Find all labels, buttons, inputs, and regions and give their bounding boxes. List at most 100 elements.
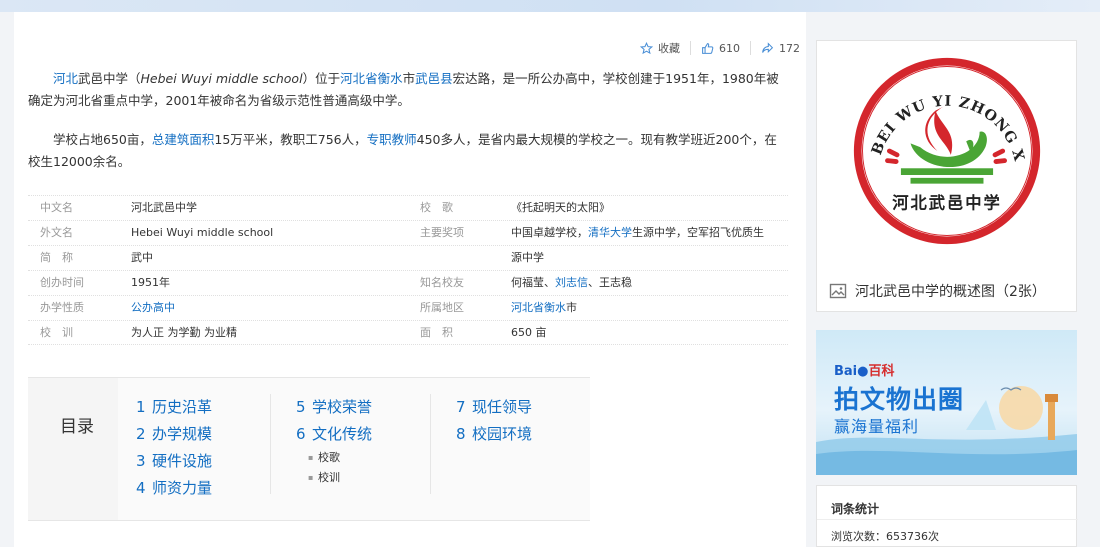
info-value: 650 亩 (511, 326, 547, 339)
toc-item[interactable]: 1 历史沿革 (136, 394, 212, 421)
share-button[interactable]: 172 (761, 42, 800, 55)
toc-item[interactable]: 8 校园环境 (456, 421, 532, 448)
link-liu-zhixin[interactable]: 刘志信 (555, 276, 588, 289)
banner-headline: 拍文物出圈 (834, 385, 965, 414)
info-text: 何福莹、 (511, 276, 555, 289)
toc-divider (270, 394, 271, 494)
toc-number: 4 (136, 479, 146, 497)
toc-title: 目录 (60, 417, 94, 437)
info-value: 武中 (131, 251, 153, 264)
intro-text: 15万平米，教职工756人， (214, 132, 367, 147)
logo-bottom-text: 河北武邑中学 (892, 194, 1001, 213)
info-text: 、王志稳 (588, 276, 632, 289)
favorite-button[interactable]: 收藏 (640, 40, 680, 56)
link-full-time-teachers[interactable]: 专职教师 (367, 132, 417, 147)
toc-label: 文化传统 (312, 425, 373, 443)
intro-paragraph-2: 学校占地650亩，总建筑面积15万平米，教职工756人，专职教师450多人，是省… (28, 129, 788, 173)
link-wuyi-county[interactable]: 武邑县 (415, 71, 453, 86)
image-icon (829, 283, 847, 299)
english-name: Hebei Wuyi middle school (140, 71, 303, 86)
toc-label: 历史沿革 (152, 398, 213, 416)
link-hengshui[interactable]: 衡水 (378, 71, 403, 86)
action-bar: 收藏 610 172 (640, 38, 810, 58)
like-count: 610 (719, 41, 740, 55)
action-separator (690, 41, 691, 55)
share-icon (762, 41, 774, 53)
info-value: 中国卓越学校，清华大学生源中学，空军招飞优质生 (511, 221, 764, 245)
info-value: 《托起明天的太阳》 (511, 201, 610, 214)
toc-label: 校园环境 (472, 425, 533, 443)
info-value: 1951年 (131, 276, 170, 289)
info-value: 为人正 为学勤 为业精 (131, 326, 237, 339)
info-label: 外文名 (40, 226, 73, 239)
toc-label: 现任领导 (472, 398, 533, 416)
toc-header-area (28, 378, 118, 520)
link-hebei-province[interactable]: 河北省 (340, 71, 378, 86)
promo-banner[interactable]: Bai●百科 拍文物出圈 赢海量福利 (816, 330, 1077, 475)
toc-item[interactable]: 4 师资力量 (136, 475, 212, 502)
info-text: 生源中学，空军招飞优质生 (632, 226, 764, 239)
toc-item[interactable]: 3 硬件设施 (136, 448, 212, 475)
info-label: 中文名 (40, 201, 73, 214)
entry-statistics: 词条统计 浏览次数：653736次 (816, 485, 1078, 547)
toc-item[interactable]: 7 现任领导 (456, 394, 532, 421)
paw-icon: ● (857, 364, 869, 379)
toc-number: 7 (456, 398, 466, 416)
info-label: 办学性质 (40, 301, 84, 314)
link-hebei[interactable]: 河北 (53, 71, 78, 86)
info-value: 何福莹、刘志信、王志稳 (511, 271, 632, 295)
link-hengshui[interactable]: 衡水 (544, 301, 566, 314)
toc-number: 3 (136, 452, 146, 470)
toc-item[interactable]: 5 学校荣誉 (296, 394, 372, 421)
info-row: 外文名 Hebei Wuyi middle school 主要奖项 中国卓越学校… (28, 220, 788, 245)
summary-image-card[interactable]: HE BEI WU YI ZHONG XUE 河北武邑中学 河北武邑中学的概述图… (816, 40, 1077, 312)
banner-subline: 赢海量福利 (834, 417, 920, 436)
info-label: 知名校友 (420, 276, 464, 289)
caption-text: 河北武邑中学的概述图（2张） (855, 284, 1046, 300)
info-row: 校 训 为人正 为学勤 为业精 面 积 650 亩 (28, 320, 788, 345)
toc-item[interactable]: 2 办学规模 (136, 421, 212, 448)
toc-column: 7 现任领导 8 校园环境 (456, 394, 532, 448)
stats-title: 词条统计 (831, 502, 880, 516)
intro-text: 学校占地650亩， (53, 132, 152, 147)
toc-label: 办学规模 (152, 425, 213, 443)
table-of-contents: 目录 1 历史沿革 2 办学规模 3 硬件设施 4 师资力量 5 学校荣誉 6 文化传统 校… (28, 377, 590, 521)
stats-divider (817, 519, 1078, 520)
toc-column: 1 历史沿革 2 办学规模 3 硬件设施 4 师资力量 (136, 394, 212, 502)
intro-text: 武邑中学（ (78, 71, 141, 86)
toc-item[interactable]: 6 文化传统 (296, 421, 372, 448)
toc-divider (430, 394, 431, 494)
info-label: 所属地区 (420, 301, 464, 314)
info-row: 中文名 河北武邑中学 校 歌 《托起明天的太阳》 (28, 195, 788, 220)
info-value: 河北省衡水市 (511, 296, 577, 320)
toc-label: 师资力量 (152, 479, 213, 497)
brand-text: Bai (834, 364, 858, 379)
toc-label: 学校荣誉 (312, 398, 373, 416)
intro-paragraph-1: 河北武邑中学（Hebei Wuyi middle school）位于河北省衡水市… (28, 68, 788, 112)
link-hebei-province[interactable]: 河北省 (511, 301, 544, 314)
link-tsinghua[interactable]: 清华大学 (588, 226, 632, 239)
brand-text: 百科 (868, 364, 895, 379)
info-row: 简 称 武中 源中学 (28, 245, 788, 270)
link-public-high-school[interactable]: 公办高中 (131, 296, 175, 320)
link-total-floor-area[interactable]: 总建筑面积 (152, 132, 215, 147)
toc-label: 硬件设施 (152, 452, 213, 470)
action-separator (750, 41, 751, 55)
info-text: 市 (566, 301, 577, 314)
info-label: 面 积 (420, 326, 453, 339)
info-value: Hebei Wuyi middle school (131, 226, 274, 239)
image-caption[interactable]: 河北武邑中学的概述图（2张） (829, 281, 1046, 301)
like-button[interactable]: 610 (701, 42, 740, 55)
star-icon (640, 41, 653, 54)
share-count: 172 (779, 41, 800, 55)
info-row: 创办时间 1951年 知名校友 何福莹、刘志信、王志稳 (28, 270, 788, 295)
toc-subitem[interactable]: 校训 (296, 468, 372, 488)
toc-subitem[interactable]: 校歌 (296, 448, 372, 468)
info-row: 办学性质 公办高中 所属地区 河北省衡水市 (28, 295, 788, 320)
info-label: 简 称 (40, 251, 73, 264)
toc-number: 6 (296, 425, 306, 443)
info-label: 校 歌 (420, 201, 453, 214)
intro-text: ）位于 (302, 71, 341, 86)
toc-column: 5 学校荣誉 6 文化传统 校歌 校训 (296, 394, 372, 488)
info-value: 源中学 (511, 251, 544, 264)
